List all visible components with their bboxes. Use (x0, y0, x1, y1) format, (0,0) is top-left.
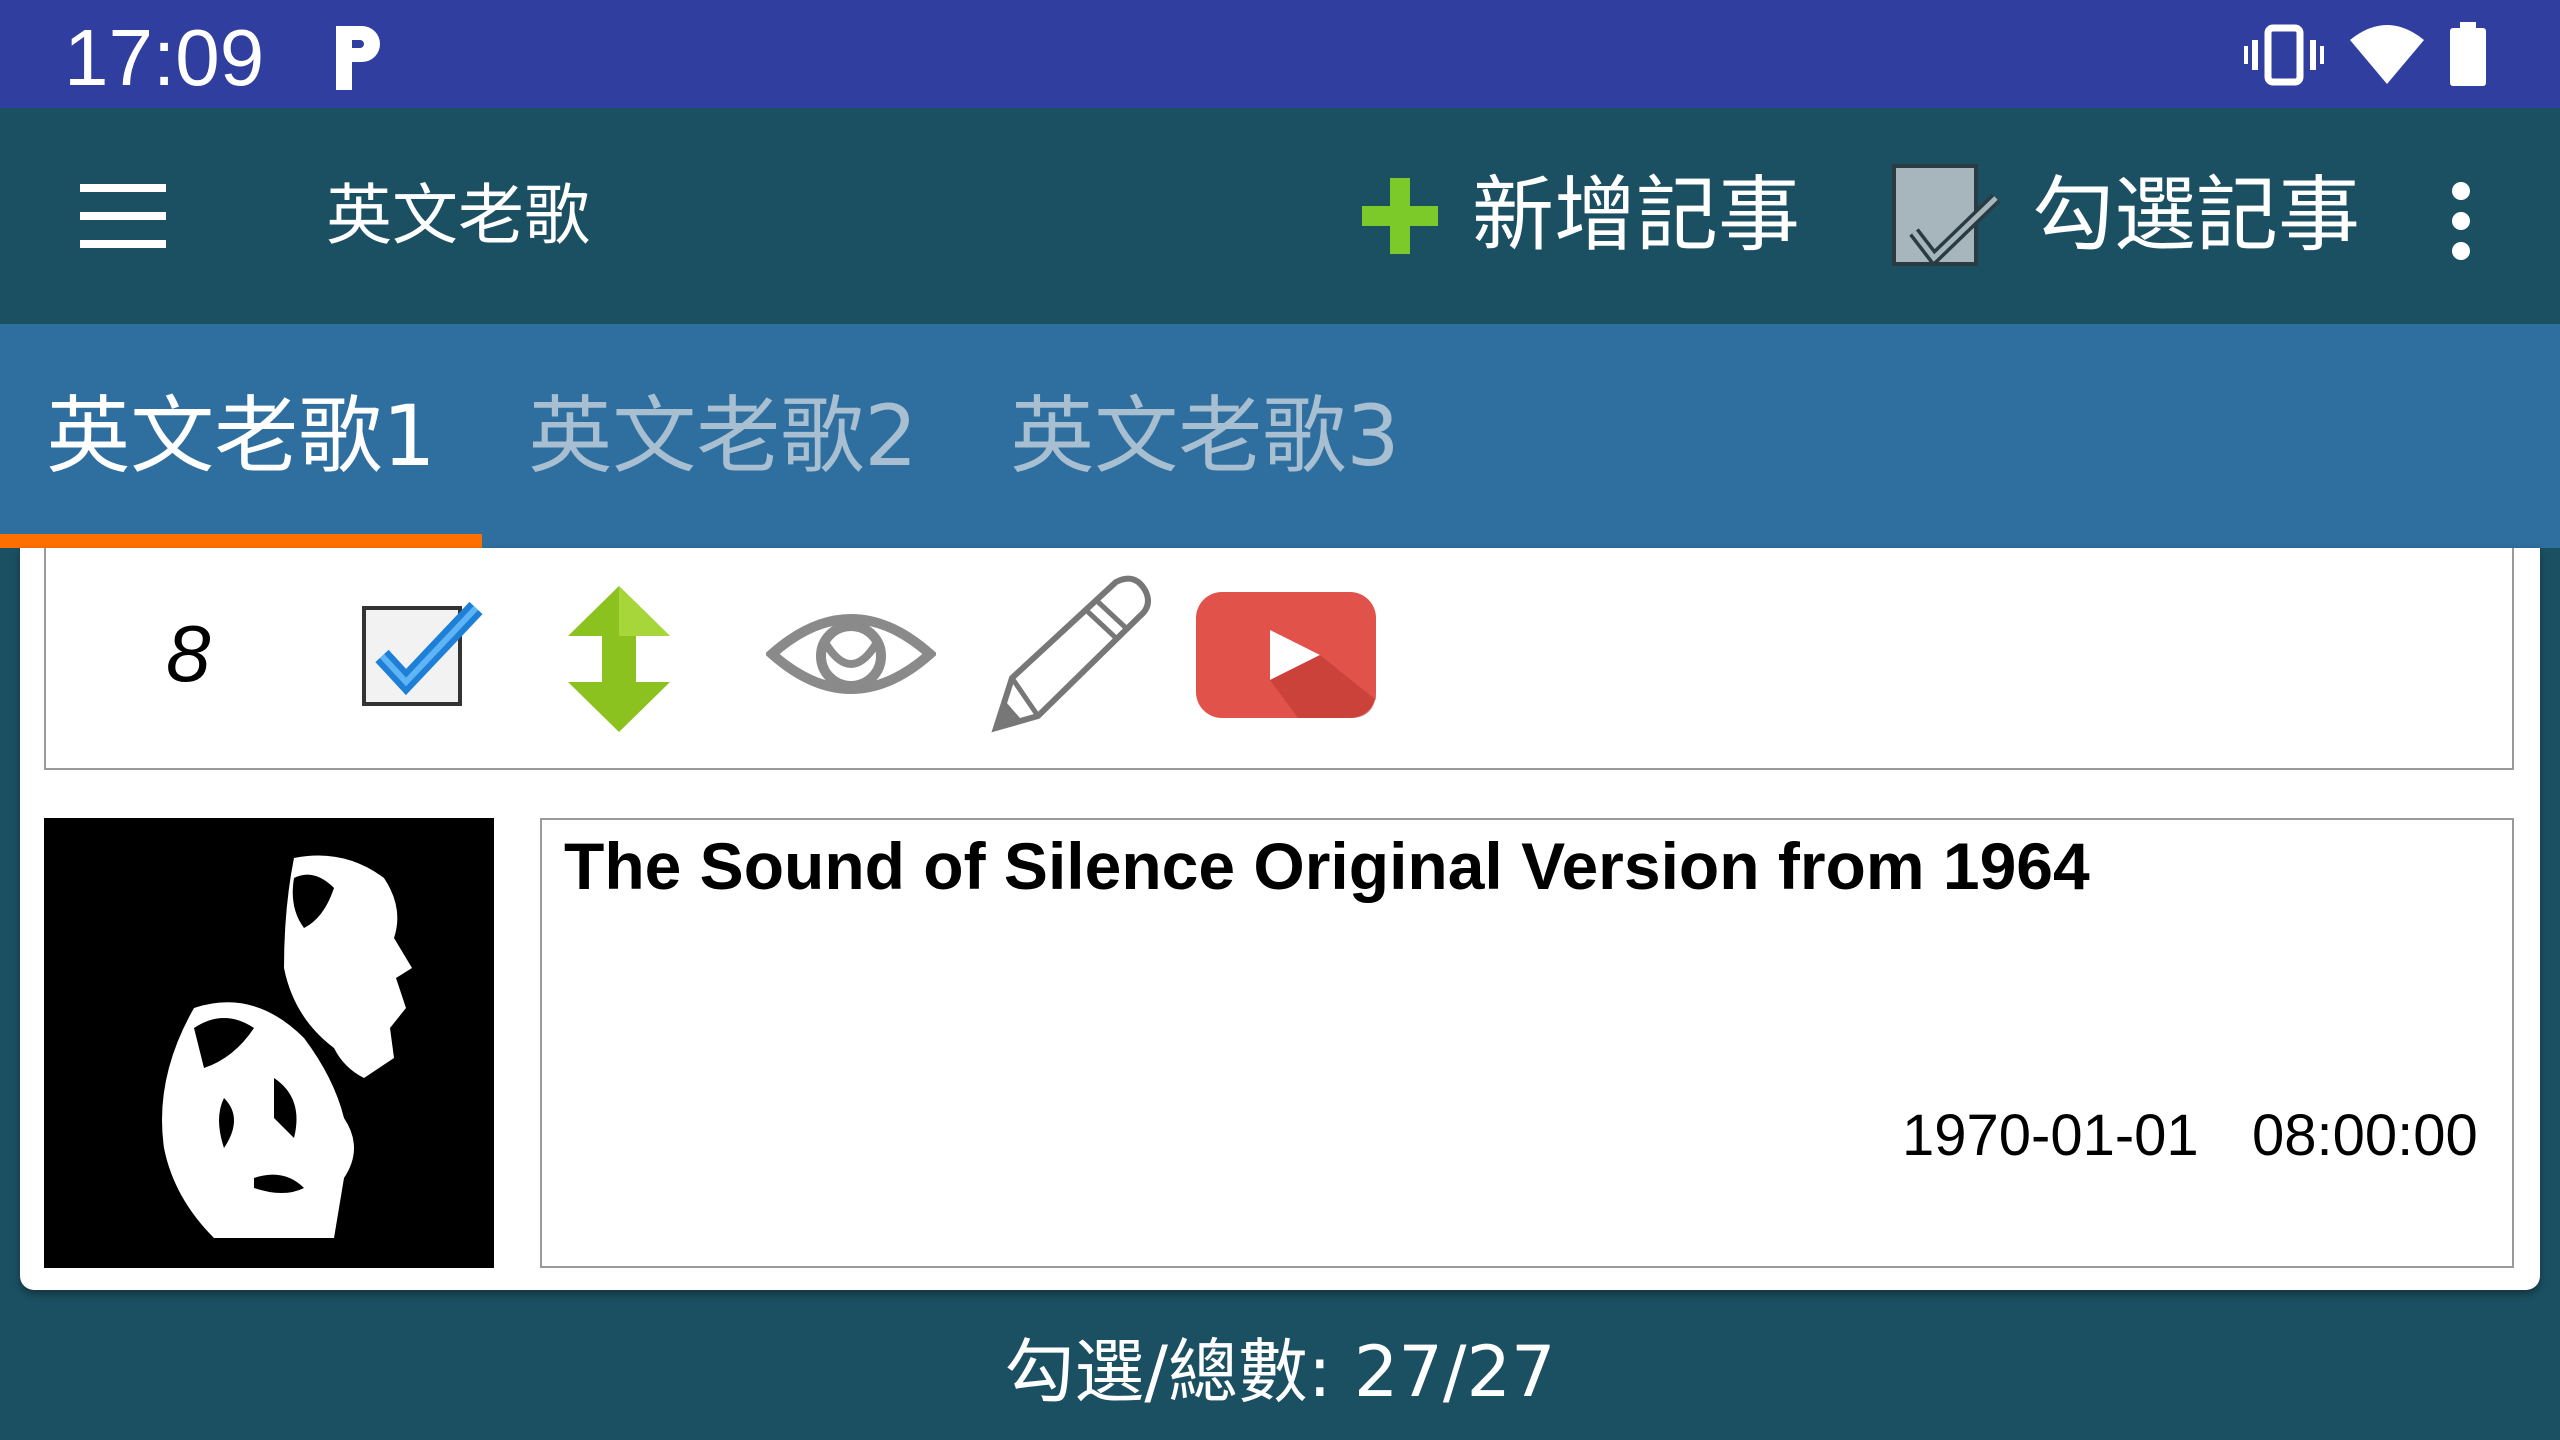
tab-bar: 英文老歌1 英文老歌2 英文老歌3 (0, 324, 2560, 548)
more-vert-icon[interactable] (2440, 180, 2480, 260)
check-note-label: 勾選記事 (2032, 168, 2361, 263)
add-note-label: 新增記事 (1472, 168, 1801, 263)
thumbnail-image (44, 818, 494, 1268)
album-thumbnail[interactable] (44, 818, 494, 1268)
wifi-icon (2350, 25, 2424, 84)
tab-3[interactable]: 英文老歌3 (964, 324, 1446, 548)
checked-checkbox-icon[interactable] (358, 598, 488, 708)
song-title: The Sound of Silence Original Version fr… (564, 829, 2090, 903)
footer-count-text: 勾選/總數: 27/27 (1004, 1331, 1556, 1413)
checkbox-icon (1892, 164, 2001, 267)
move-updown-icon[interactable] (564, 584, 674, 734)
battery-icon (2450, 22, 2486, 86)
app-bar: 英文老歌 新增記事 勾選記事 (0, 108, 2560, 324)
note-number: 8 (166, 609, 211, 698)
tab-1[interactable]: 英文老歌1 (0, 324, 482, 548)
note-info-box[interactable]: The Sound of Silence Original Version fr… (540, 818, 2514, 1268)
plus-icon (1362, 178, 1438, 254)
status-time: 17:09 (64, 13, 265, 102)
pencil-icon[interactable] (976, 568, 1156, 748)
song-date: 1970-01-01 (1902, 1103, 2199, 1168)
vibrate-icon (2244, 24, 2324, 86)
app-title: 英文老歌 (326, 177, 590, 254)
eye-icon[interactable] (766, 604, 936, 714)
song-time: 08:00:00 (2252, 1103, 2478, 1168)
tab-2[interactable]: 英文老歌2 (482, 324, 964, 548)
add-note-button[interactable]: 新增記事 (1358, 158, 1800, 274)
hamburger-menu-icon[interactable] (80, 180, 170, 252)
youtube-play-icon[interactable] (1194, 590, 1378, 720)
status-bar: 17:09 (0, 0, 2560, 108)
note-card: 8 The Sound of Silence Original Version … (20, 548, 2540, 1290)
parking-icon (336, 26, 380, 90)
check-note-button[interactable]: 勾選記事 (1890, 158, 2360, 274)
footer-count: 勾選/總數: 27/27 (0, 1304, 2560, 1440)
note-toolbar: 8 (44, 548, 2514, 770)
tab-indicator (0, 534, 482, 548)
